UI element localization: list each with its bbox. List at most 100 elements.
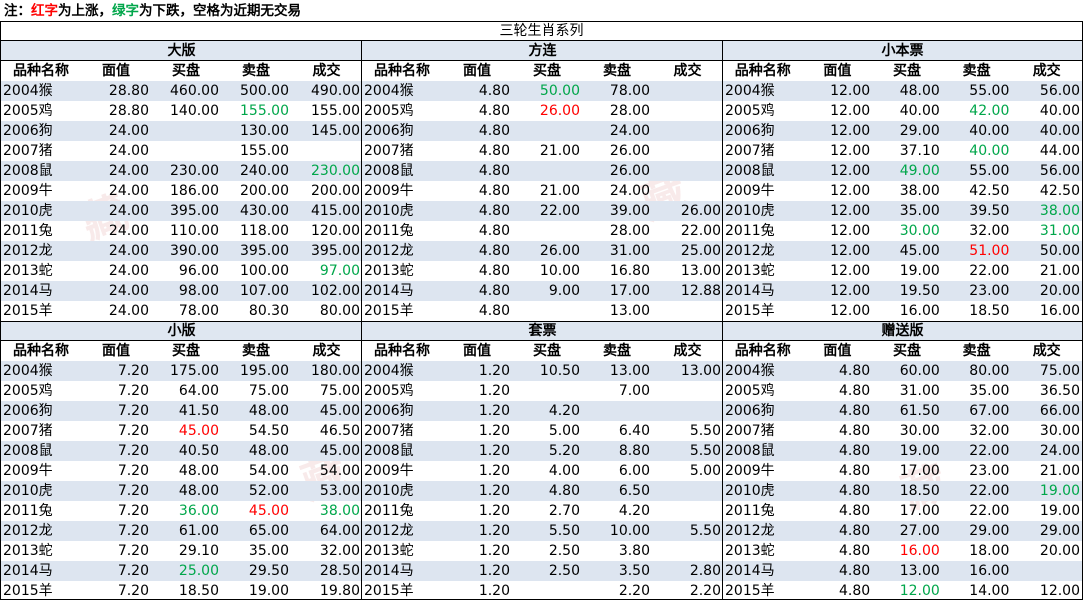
cell-buy bbox=[512, 121, 582, 141]
note-mid1: 为上涨， bbox=[58, 3, 112, 19]
cell-deal: 97.00 bbox=[319, 263, 360, 279]
cell-name: 2007猪 bbox=[364, 143, 414, 159]
cell-deal: 145.00 bbox=[311, 123, 360, 139]
panel-title: 套票 bbox=[362, 321, 723, 341]
cell-deal: 2.80 bbox=[689, 563, 721, 579]
table-row: 2010虎 1.20 4.80 6.50 bbox=[362, 481, 723, 501]
cell-buy: 26.00 bbox=[539, 103, 580, 119]
cell-name: 2004猴 bbox=[725, 83, 775, 99]
cell-name: 2005鸡 bbox=[725, 103, 775, 119]
cell-face: 4.80 bbox=[839, 523, 871, 539]
cell-name: 2008鼠 bbox=[3, 443, 53, 459]
cell-deal bbox=[652, 301, 723, 321]
cell-face: 4.80 bbox=[839, 563, 871, 579]
cell-face: 1.20 bbox=[478, 423, 510, 439]
cell-name: 2013蛇 bbox=[3, 263, 53, 279]
cell-face: 7.20 bbox=[117, 543, 149, 559]
cell-name: 2013蛇 bbox=[3, 543, 53, 559]
divider bbox=[1, 321, 1082, 322]
cell-deal: 66.00 bbox=[1039, 403, 1080, 419]
note-prefix: 注： bbox=[4, 3, 31, 19]
cell-name: 2005鸡 bbox=[3, 103, 53, 119]
cell-name: 2011兔 bbox=[364, 223, 414, 239]
table-row: 2004猴 4.80 50.00 78.00 bbox=[362, 81, 723, 101]
column-header: 成交 bbox=[1032, 63, 1061, 79]
cell-face: 28.80 bbox=[108, 83, 149, 99]
cell-sell: 7.00 bbox=[618, 383, 650, 399]
cell-deal: 155.00 bbox=[311, 103, 360, 119]
cell-name: 2010虎 bbox=[3, 203, 53, 219]
cell-deal: 80.00 bbox=[319, 303, 360, 319]
column-header: 面值 bbox=[823, 343, 852, 359]
table-row: 2009牛 24.00 186.00 200.00 200.00 bbox=[1, 181, 362, 201]
column-header: 卖盘 bbox=[962, 343, 991, 359]
cell-name: 2004猴 bbox=[364, 83, 414, 99]
column-header-row: 品种名称 面值 买盘 卖盘 成交 bbox=[723, 61, 1082, 81]
column-header: 面值 bbox=[463, 63, 491, 79]
cell-buy: 27.00 bbox=[899, 523, 940, 539]
cell-deal bbox=[652, 161, 723, 181]
table-row: 2015羊 4.80 12.00 14.00 12.00 bbox=[723, 581, 1082, 601]
table-row: 2012龙 4.80 27.00 29.00 29.00 bbox=[723, 521, 1082, 541]
cell-name: 2013蛇 bbox=[364, 263, 414, 279]
table-row: 2005鸡 12.00 40.00 42.00 40.00 bbox=[723, 101, 1082, 121]
cell-deal: 50.00 bbox=[1039, 243, 1080, 259]
cell-sell: 55.00 bbox=[969, 83, 1010, 99]
cell-sell: 80.00 bbox=[969, 363, 1010, 379]
table-row: 2007猪 12.00 37.10 40.00 44.00 bbox=[723, 141, 1082, 161]
cell-buy: 61.00 bbox=[178, 523, 219, 539]
cell-name: 2009牛 bbox=[725, 463, 775, 479]
cell-buy: 10.50 bbox=[539, 363, 580, 379]
cell-sell: 240.00 bbox=[240, 163, 289, 179]
cell-sell: 29.00 bbox=[969, 523, 1010, 539]
table-row: 2006狗 7.20 41.50 48.00 45.00 bbox=[1, 401, 362, 421]
cell-name: 2011兔 bbox=[3, 503, 53, 519]
cell-buy: 390.00 bbox=[170, 243, 219, 259]
cell-buy bbox=[512, 221, 582, 241]
cell-deal: 44.00 bbox=[1039, 143, 1080, 159]
cell-face: 4.80 bbox=[478, 143, 510, 159]
cell-face: 1.20 bbox=[478, 523, 510, 539]
table-row: 2014马 1.20 2.50 3.50 2.80 bbox=[362, 561, 723, 581]
cell-buy: 38.00 bbox=[899, 183, 940, 199]
cell-deal: 16.00 bbox=[1039, 303, 1080, 319]
cell-buy: 175.00 bbox=[170, 363, 219, 379]
cell-deal: 415.00 bbox=[311, 203, 360, 219]
table-row: 2010虎 12.00 35.00 39.50 38.00 bbox=[723, 201, 1082, 221]
cell-deal: 75.00 bbox=[1039, 363, 1080, 379]
cell-name: 2006狗 bbox=[364, 403, 414, 419]
cell-sell: 23.00 bbox=[969, 463, 1010, 479]
cell-deal: 53.00 bbox=[319, 483, 360, 499]
cell-name: 2014马 bbox=[364, 283, 414, 299]
table-row: 2008鼠 4.80 26.00 bbox=[362, 161, 723, 181]
cell-face: 12.00 bbox=[830, 143, 871, 159]
table-row: 2007猪 24.00 155.00 bbox=[1, 141, 362, 161]
cell-buy: 21.00 bbox=[539, 183, 580, 199]
cell-sell: 55.00 bbox=[969, 163, 1010, 179]
cell-sell: 19.00 bbox=[248, 583, 289, 599]
cell-face: 7.20 bbox=[117, 423, 149, 439]
table-row: 2004猴 4.80 60.00 80.00 75.00 bbox=[723, 361, 1082, 381]
cell-deal: 31.00 bbox=[1039, 223, 1080, 239]
cell-deal bbox=[652, 121, 723, 141]
cell-face: 4.80 bbox=[478, 283, 510, 299]
cell-name: 2015羊 bbox=[3, 303, 53, 319]
cell-deal: 26.00 bbox=[680, 203, 721, 219]
cell-buy: 12.00 bbox=[899, 583, 940, 599]
cell-name: 2012龙 bbox=[364, 523, 414, 539]
cell-buy: 19.50 bbox=[899, 283, 940, 299]
column-header: 品种名称 bbox=[13, 63, 69, 79]
panel-4: 套票 品种名称 面值 买盘 卖盘 成交 2004猴 1.20 10.50 13.00 13.00 20… bbox=[362, 321, 723, 601]
cell-deal bbox=[652, 81, 723, 101]
cell-face: 12.00 bbox=[830, 223, 871, 239]
legend-note: 注：红字为上涨，绿字为下跌，空格为近期无交易 bbox=[4, 2, 301, 20]
table-row: 2014马 12.00 19.50 23.00 20.00 bbox=[723, 281, 1082, 301]
cell-name: 2004猴 bbox=[725, 363, 775, 379]
cell-deal: 75.00 bbox=[319, 383, 360, 399]
cell-buy: 4.20 bbox=[548, 403, 580, 419]
cell-face: 4.80 bbox=[839, 403, 871, 419]
table-row: 2010虎 24.00 395.00 430.00 415.00 bbox=[1, 201, 362, 221]
cell-face: 7.20 bbox=[117, 503, 149, 519]
table-row: 2011兔 4.80 17.00 22.00 19.00 bbox=[723, 501, 1082, 521]
column-header: 品种名称 bbox=[734, 63, 791, 79]
